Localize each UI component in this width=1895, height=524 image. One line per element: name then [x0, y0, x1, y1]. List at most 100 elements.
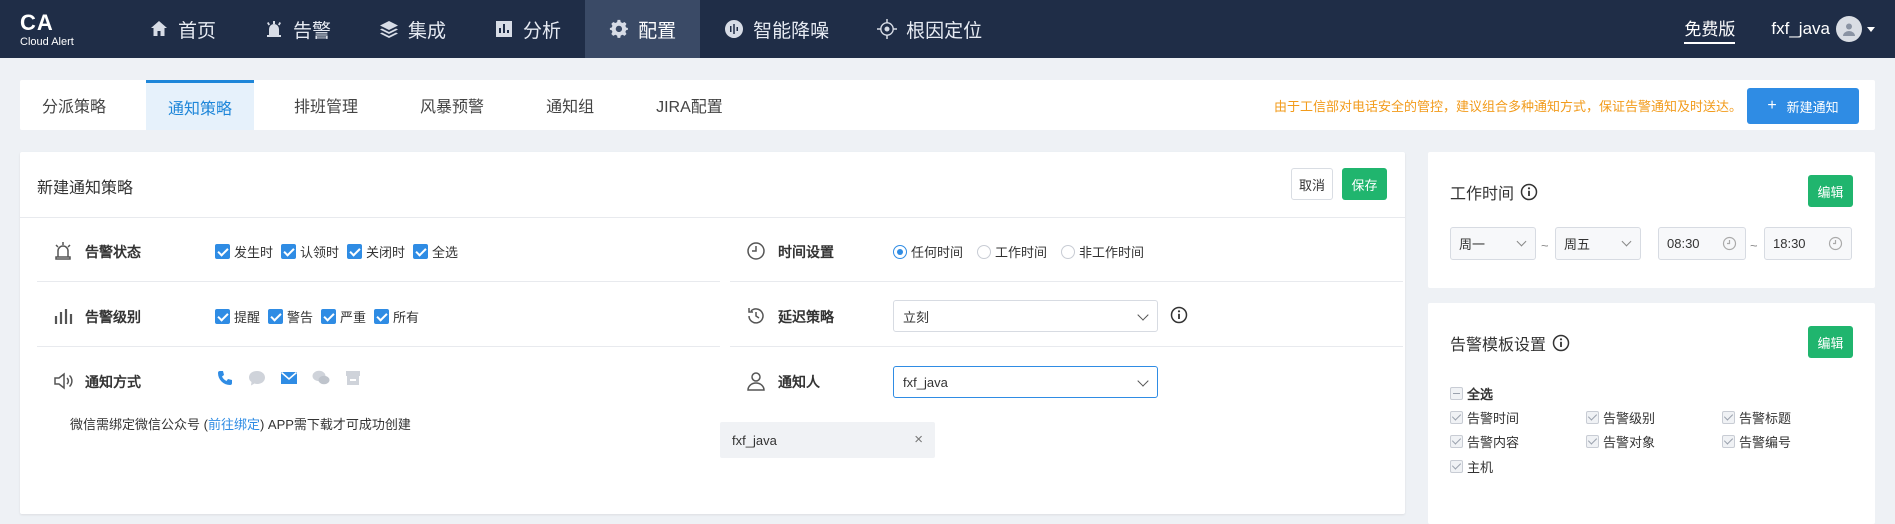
checkbox-on-occur[interactable]: 发生时	[215, 242, 273, 261]
nav-item-noise-reduction[interactable]: 智能降噪	[700, 0, 853, 58]
edition-link[interactable]: 免费版	[1684, 15, 1736, 44]
notifier-value: fxf_java	[903, 374, 948, 390]
checkbox-disabled-checked	[1722, 411, 1735, 424]
radio-any-time[interactable]: 任何时间	[893, 242, 963, 261]
nav-item-config[interactable]: 配置	[585, 0, 701, 58]
checkbox-level-warning[interactable]: 警告	[268, 307, 313, 326]
radio-non-work-time[interactable]: 非工作时间	[1061, 242, 1144, 261]
checkbox-checked	[374, 309, 390, 324]
nav-item-label: 集成	[408, 20, 447, 42]
bind-wechat-link[interactable]: 前往绑定	[208, 417, 260, 432]
app-icon[interactable]	[343, 368, 363, 388]
checkbox-indeterminate	[1450, 387, 1463, 400]
checkbox-label: 全选	[1467, 387, 1494, 402]
template-field-number[interactable]: 告警编号	[1722, 432, 1791, 451]
checkbox-checked	[281, 244, 297, 259]
nav-item-label: 告警	[293, 20, 332, 42]
nav-item-root-cause[interactable]: 根因定位	[853, 0, 1006, 58]
chevron-down-icon[interactable]	[1867, 26, 1875, 32]
tab-notify-policy[interactable]: 通知策略	[146, 80, 255, 130]
cancel-button[interactable]: 取消	[1291, 168, 1333, 200]
wechat-icon[interactable]	[311, 368, 331, 388]
nav-item-label: 配置	[638, 20, 677, 42]
notifier-select[interactable]: fxf_java	[893, 366, 1158, 398]
nav-item-label: 根因定位	[906, 20, 983, 42]
logo[interactable]: CA Cloud Alert	[20, 12, 90, 49]
alert-status-options: 发生时 认领时 关闭时 全选	[215, 242, 466, 261]
checkbox-disabled-checked	[1450, 435, 1463, 448]
logo-title: CA	[20, 10, 54, 35]
signal-bars-icon	[52, 305, 74, 327]
tab-storm-warning[interactable]: 风暴预警	[398, 80, 506, 130]
delay-policy-value: 立刻	[903, 309, 930, 325]
tab-jira-config[interactable]: JIRA配置	[634, 80, 745, 130]
info-icon[interactable]	[1552, 334, 1570, 352]
checkbox-on-close[interactable]: 关闭时	[347, 242, 405, 261]
save-button[interactable]: 保存	[1342, 168, 1387, 200]
template-field-time[interactable]: 告警时间	[1450, 408, 1519, 427]
checkbox-label: 全选	[432, 245, 459, 260]
checkbox-disabled-checked	[1450, 460, 1463, 473]
username[interactable]: fxf_java	[1771, 19, 1830, 39]
radio-label: 任何时间	[911, 245, 964, 260]
info-icon[interactable]	[1170, 306, 1188, 324]
home-icon	[151, 21, 167, 36]
plus-icon: +	[1767, 97, 1777, 114]
email-icon[interactable]	[279, 368, 299, 388]
template-field-host[interactable]: 主机	[1450, 457, 1493, 476]
checkbox-label: 严重	[340, 310, 367, 325]
panel-title: 告警模板设置	[1450, 337, 1547, 354]
checkbox-label: 告警时间	[1467, 411, 1520, 426]
nav-item-label: 首页	[178, 20, 217, 42]
alert-template-panel: 告警模板设置 编辑 全选 告警时间 告警级别 告警标题 告警内容 告警对象 告警…	[1428, 303, 1875, 524]
checkbox-disabled-checked	[1722, 435, 1735, 448]
sms-icon[interactable]	[247, 368, 267, 388]
nav-item-home[interactable]: 首页	[125, 0, 240, 58]
template-field-level[interactable]: 告警级别	[1586, 408, 1655, 427]
template-field-content[interactable]: 告警内容	[1450, 432, 1519, 451]
alert-status-row: 告警状态 发生时 认领时 关闭时 全选	[37, 218, 720, 282]
checkbox-level-all[interactable]: 所有	[374, 307, 419, 326]
checkbox-label: 认领时	[300, 245, 340, 260]
close-icon[interactable]: ×	[914, 431, 923, 448]
nav-item-analysis[interactable]: 分析	[470, 0, 585, 58]
template-field-object[interactable]: 告警对象	[1586, 432, 1655, 451]
time-from-picker[interactable]: 08:30	[1658, 227, 1746, 260]
template-field-title[interactable]: 告警标题	[1722, 408, 1791, 427]
checkbox-checked	[215, 244, 230, 259]
template-select-all[interactable]: 全选	[1450, 384, 1493, 403]
delay-policy-select[interactable]: 立刻	[893, 300, 1158, 332]
info-icon[interactable]	[1520, 183, 1538, 201]
notify-channels	[215, 368, 375, 388]
nav-item-alarm[interactable]: 告警	[240, 0, 355, 58]
avatar[interactable]	[1836, 16, 1862, 42]
checkbox-on-claim[interactable]: 认领时	[281, 242, 339, 261]
wechat-bind-note: 微信需绑定微信公众号 (前往绑定) APP需下载才可成功创建	[70, 414, 411, 433]
checkbox-level-remind[interactable]: 提醒	[215, 307, 260, 326]
radio-label: 非工作时间	[1079, 245, 1145, 260]
day-to-select[interactable]: 周五	[1555, 227, 1641, 260]
new-notification-button[interactable]: + 新建通知	[1747, 88, 1859, 124]
nav-item-integration[interactable]: 集成	[355, 0, 470, 58]
new-notification-label: 新建通知	[1786, 99, 1839, 115]
tab-dispatch-policy[interactable]: 分派策略	[20, 80, 128, 130]
checkbox-label: 告警编号	[1739, 435, 1792, 450]
day-from-select[interactable]: 周一	[1450, 227, 1536, 260]
time-from-value: 08:30	[1667, 236, 1700, 251]
note-text: ) APP需下载才可成功创建	[259, 417, 411, 432]
edit-template-button[interactable]: 编辑	[1808, 326, 1853, 358]
tab-schedule[interactable]: 排班管理	[272, 80, 380, 130]
history-icon	[745, 305, 767, 327]
edit-work-time-button[interactable]: 编辑	[1808, 175, 1853, 207]
checkbox-level-critical[interactable]: 严重	[321, 307, 366, 326]
locate-icon	[877, 19, 898, 39]
chevron-down-icon	[1621, 236, 1632, 247]
tab-notify-group[interactable]: 通知组	[524, 80, 616, 130]
time-to-picker[interactable]: 18:30	[1764, 227, 1852, 260]
checkbox-label: 提醒	[234, 310, 261, 325]
clock-icon	[1722, 236, 1737, 251]
panel-title: 工作时间	[1450, 186, 1515, 203]
radio-work-time[interactable]: 工作时间	[977, 242, 1047, 261]
phone-icon[interactable]	[215, 368, 235, 388]
checkbox-select-all-status[interactable]: 全选	[413, 242, 458, 261]
